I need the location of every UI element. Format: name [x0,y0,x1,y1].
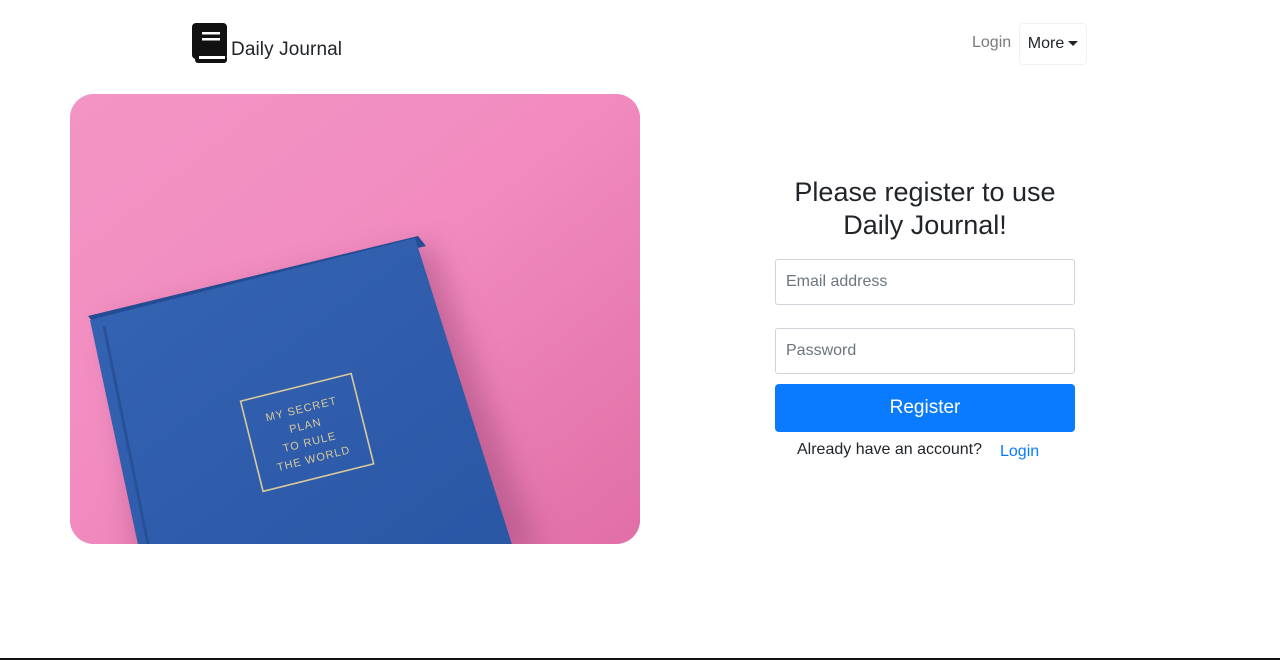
navbar: Daily Journal Login More [0,0,1280,86]
nav-login-link[interactable]: Login [972,34,1011,52]
hero-image: MY SECRET PLAN TO RULE THE WORLD [70,94,640,544]
journal-photo: MY SECRET PLAN TO RULE THE WORLD [70,94,640,544]
more-label: More [1027,35,1065,52]
form-title: Please register to use Daily Journal! [775,176,1075,242]
email-field[interactable] [775,259,1075,305]
caret-down-icon [1068,40,1079,46]
form-title-line2: Daily Journal! [843,210,1007,240]
more-dropdown-button[interactable]: More [1019,23,1087,65]
already-have-account-text: Already have an account? [797,441,983,458]
register-form: Please register to use Daily Journal! Re… [775,176,1075,460]
register-button[interactable]: Register [775,384,1075,432]
page: Daily Journal Login More MY SECRET PLAN … [0,0,1280,660]
form-title-line1: Please register to use [794,177,1056,207]
login-link[interactable]: Login [1000,443,1039,461]
book-icon [192,23,227,63]
password-field[interactable] [775,328,1075,374]
brand-link[interactable]: Daily Journal [192,23,342,63]
brand-name: Daily Journal [231,39,343,60]
